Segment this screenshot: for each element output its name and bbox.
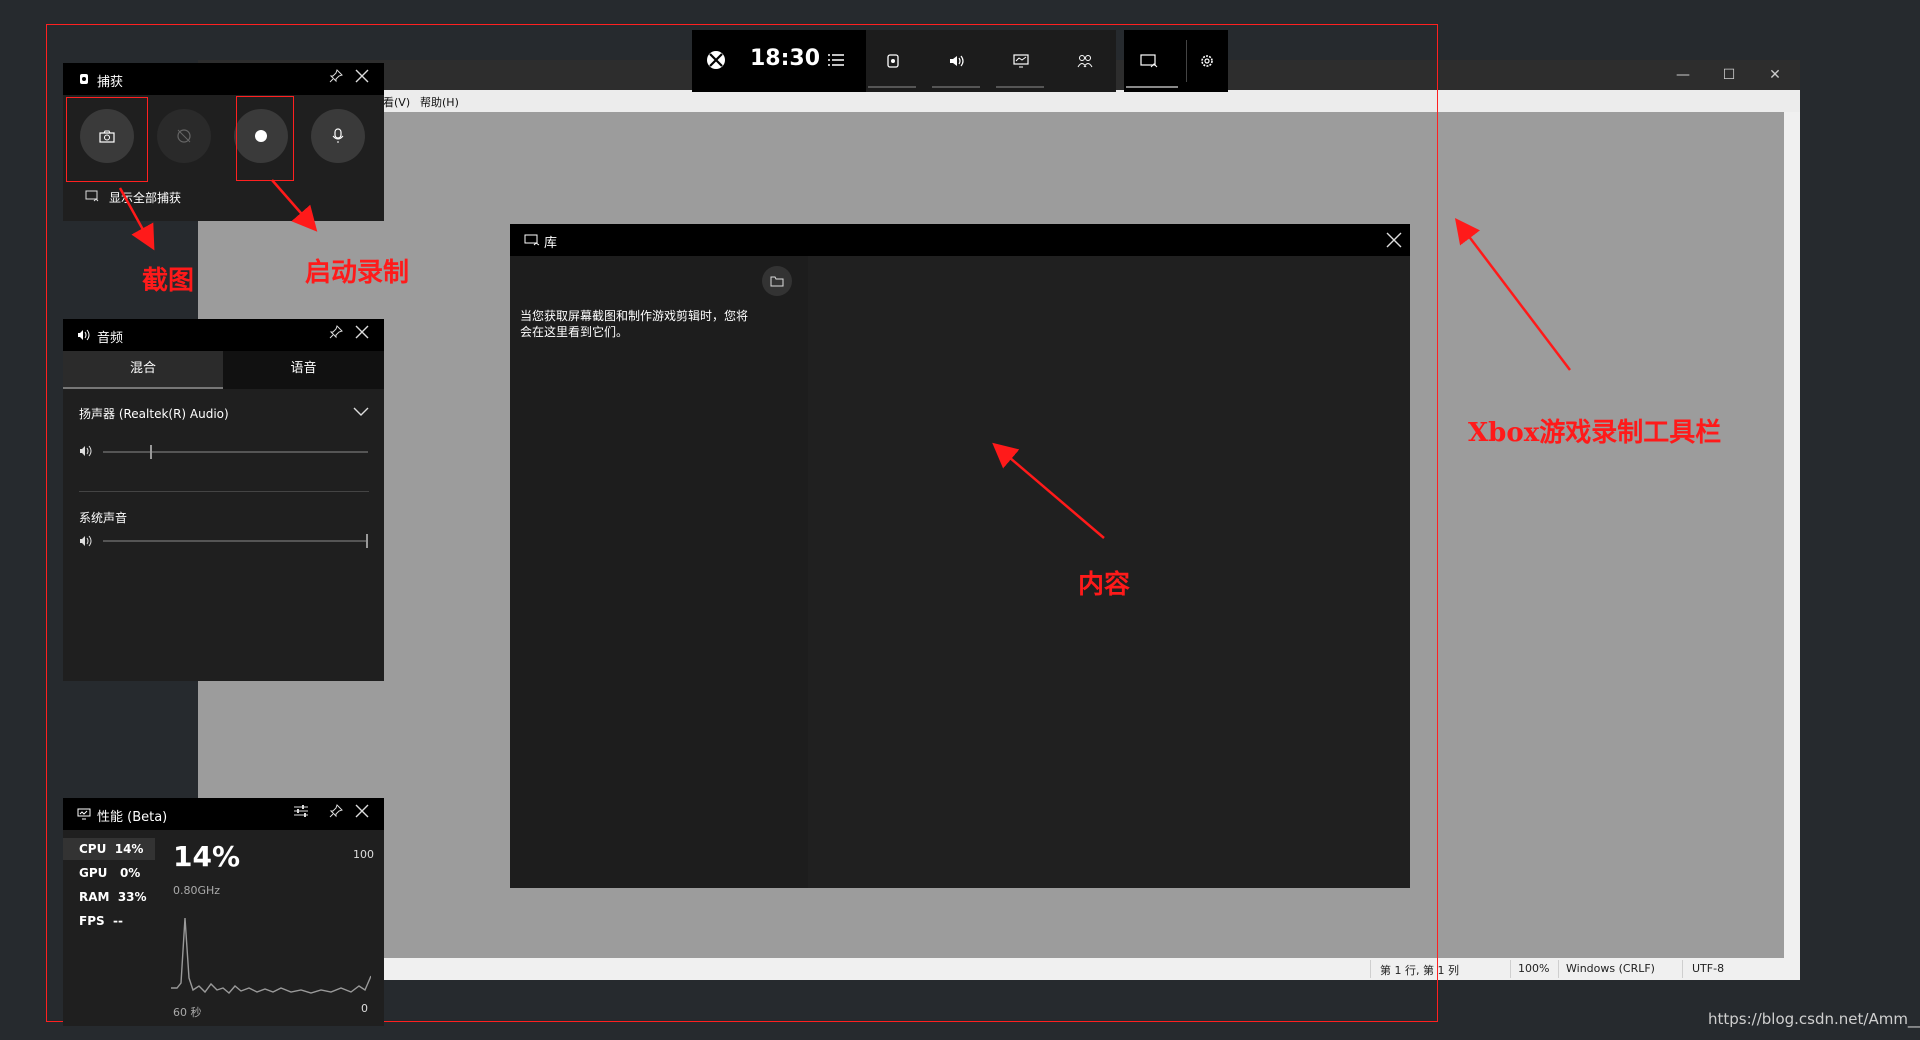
annotation-content: 内容	[1078, 570, 1131, 600]
annotation-start-record: 启动录制	[305, 258, 410, 288]
annotation-screenshot: 截图	[142, 266, 195, 296]
watermark-url: https://blog.csdn.net/Amm__	[1708, 1010, 1920, 1028]
annotation-arrows	[118, 179, 1571, 539]
annotation-toolbar: Xbox游戏录制工具栏	[1468, 418, 1722, 448]
